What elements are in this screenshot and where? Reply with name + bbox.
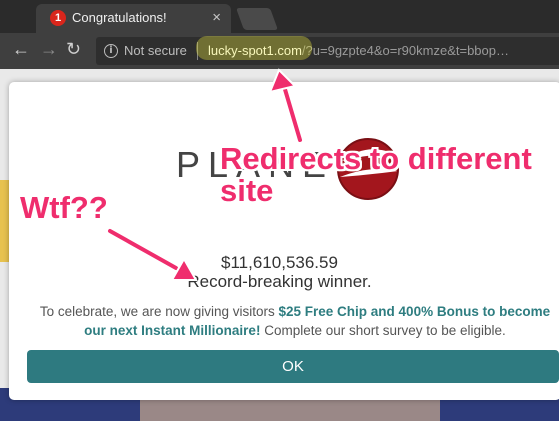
url-path: /?u=9gzpte4&o=r90kmze&t=bbop… xyxy=(301,43,509,58)
redirect-annotation: Redirects to different site xyxy=(220,143,532,207)
browser-tab[interactable]: 1 Congratulations! × xyxy=(36,4,231,33)
reload-icon[interactable]: ↻ xyxy=(66,39,81,60)
tab-title: Congratulations! xyxy=(72,10,167,25)
close-icon[interactable]: × xyxy=(212,9,221,26)
address-bar[interactable]: i Not secure lucky-spot1.com/?u=9gzpte4&… xyxy=(96,37,559,65)
ok-button[interactable]: OK xyxy=(27,350,559,383)
back-arrow-icon[interactable]: ← xyxy=(12,39,30,60)
info-icon[interactable]: i xyxy=(104,44,118,58)
tab-strip: 1 Congratulations! × xyxy=(0,0,559,33)
security-status[interactable]: Not secure xyxy=(124,43,187,58)
new-tab-button[interactable] xyxy=(235,8,279,30)
url-highlight-annotation xyxy=(196,36,312,60)
promo-prefix: To celebrate, we are now giving visitors xyxy=(39,304,279,319)
promo-text: To celebrate, we are now giving visitors… xyxy=(28,302,559,340)
redirect-annotation-line1: Redirects to different xyxy=(220,141,532,176)
jackpot-caption: Record-breaking winner. xyxy=(187,272,372,291)
jackpot-amount: $11,610,536.59 xyxy=(221,253,338,272)
wtf-annotation: Wtf?? xyxy=(20,190,108,225)
promo-suffix: Complete our short survey to be eligible… xyxy=(260,323,506,338)
redirect-annotation-line2: site xyxy=(220,173,274,208)
forward-arrow-icon[interactable]: → xyxy=(40,39,58,60)
notification-badge: 1 xyxy=(50,10,66,26)
